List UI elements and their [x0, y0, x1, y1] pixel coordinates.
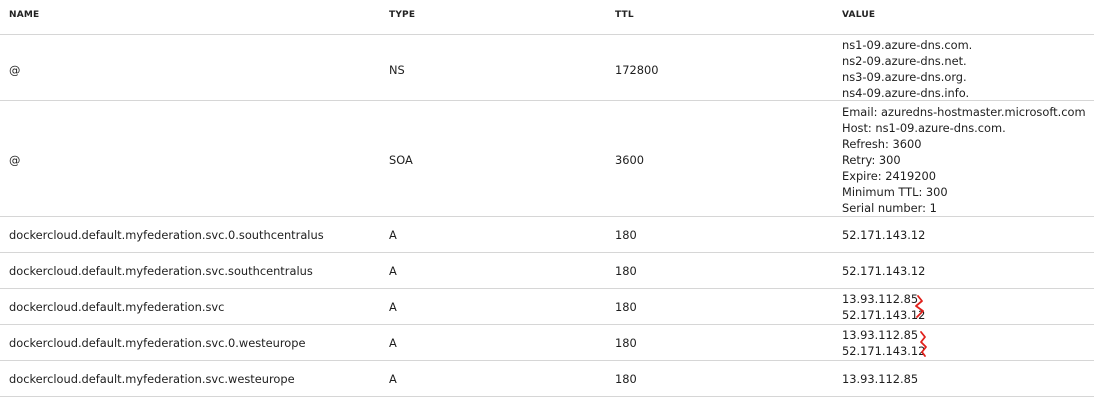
value-line: ns4-09.azure-dns.info. [842, 86, 970, 100]
record-ttl: 172800 [615, 63, 659, 77]
record-ttl: 180 [615, 372, 637, 386]
value-line: 52.171.143.12 [842, 344, 926, 358]
column-header-value[interactable]: VALUE [842, 10, 875, 20]
value-line: 52.171.143.12 [842, 264, 926, 278]
record-name: @ [9, 63, 21, 77]
value-line: Minimum TTL: 300 [842, 185, 948, 199]
record-name: @ [9, 153, 21, 167]
red-squiggle-annotation-icon [920, 331, 927, 357]
record-type: A [389, 300, 397, 314]
record-type: A [389, 372, 397, 386]
record-value: 13.93.112.85 52.171.143.12 [842, 327, 925, 359]
table-bottom-border [0, 396, 1094, 397]
value-line: Serial number: 1 [842, 201, 937, 215]
value-line: Host: ns1-09.azure-dns.com. [842, 121, 1006, 135]
value-line: 52.171.143.12 [842, 228, 926, 242]
column-header-name[interactable]: NAME [9, 10, 39, 20]
value-line: Expire: 2419200 [842, 169, 936, 183]
record-ttl: 180 [615, 300, 637, 314]
record-ttl: 3600 [615, 153, 644, 167]
value-line: 13.93.112.85 [842, 328, 919, 342]
record-type: A [389, 336, 397, 350]
value-line: Refresh: 3600 [842, 137, 922, 151]
table-row[interactable]: dockercloud.default.myfederation.svc.0.w… [0, 324, 1094, 360]
value-line: Retry: 300 [842, 153, 901, 167]
record-name: dockercloud.default.myfederation.svc.0.s… [9, 228, 324, 242]
record-type: NS [389, 63, 405, 77]
table-row[interactable]: dockercloud.default.myfederation.svc.sou… [0, 252, 1094, 288]
record-ttl: 180 [615, 264, 637, 278]
record-type: A [389, 228, 397, 242]
record-name: dockercloud.default.myfederation.svc.0.w… [9, 336, 306, 350]
table-row[interactable]: dockercloud.default.myfederation.svc A 1… [0, 288, 1094, 324]
value-line: 13.93.112.85 [842, 372, 919, 386]
record-value: 52.171.143.12 [842, 227, 925, 243]
record-ttl: 180 [615, 336, 637, 350]
record-name: dockercloud.default.myfederation.svc.wes… [9, 372, 295, 386]
table-row[interactable]: dockercloud.default.myfederation.svc.wes… [0, 360, 1094, 396]
value-line: ns3-09.azure-dns.org. [842, 70, 967, 84]
record-value: ns1-09.azure-dns.com. ns2-09.azure-dns.n… [842, 37, 972, 101]
record-type: A [389, 264, 397, 278]
record-name: dockercloud.default.myfederation.svc.sou… [9, 264, 313, 278]
record-value: Email: azuredns-hostmaster.microsoft.com… [842, 104, 1086, 216]
record-type: SOA [389, 153, 413, 167]
column-header-ttl[interactable]: TTL [615, 10, 634, 20]
table-row[interactable]: @ NS 172800 ns1-09.azure-dns.com. ns2-09… [0, 34, 1094, 100]
value-line: Email: azuredns-hostmaster.microsoft.com [842, 105, 1086, 119]
red-squiggle-annotation-icon [915, 295, 924, 318]
value-line: ns2-09.azure-dns.net. [842, 54, 967, 68]
record-value: 52.171.143.12 [842, 263, 925, 279]
column-header-type[interactable]: TYPE [389, 10, 415, 20]
table-header: NAME TYPE TTL VALUE [0, 0, 1094, 34]
value-line: ns1-09.azure-dns.com. [842, 38, 973, 52]
table-row[interactable]: @ SOA 3600 Email: azuredns-hostmaster.mi… [0, 100, 1094, 216]
record-ttl: 180 [615, 228, 637, 242]
record-name: dockercloud.default.myfederation.svc [9, 300, 225, 314]
table-row[interactable]: dockercloud.default.myfederation.svc.0.s… [0, 216, 1094, 252]
record-value: 13.93.112.85 [842, 371, 918, 387]
